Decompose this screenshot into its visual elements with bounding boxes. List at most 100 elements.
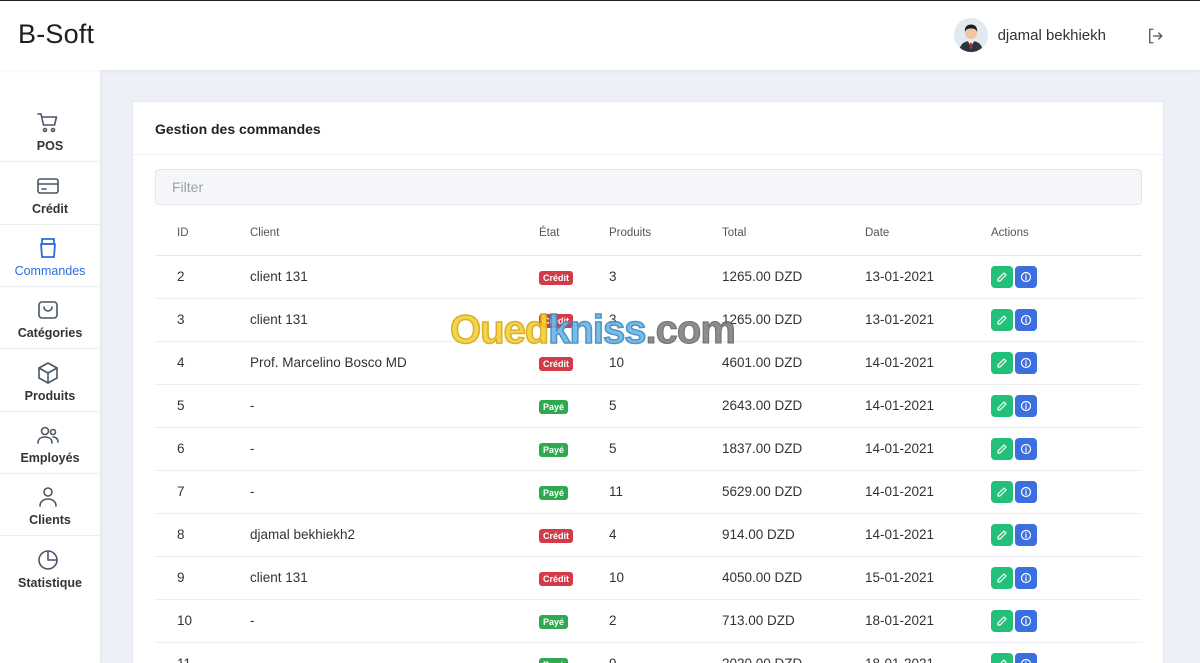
info-button[interactable]	[1015, 652, 1037, 663]
info-button[interactable]	[1015, 394, 1037, 417]
table-row[interactable]: 5- Payé 5 2643.00 DZD 14-01-2021	[155, 384, 1142, 428]
pie-chart-icon	[38, 550, 58, 570]
table-row[interactable]: 3 client 131 Crédit 3 1265.00 DZD 13-01-2021	[155, 298, 1142, 342]
sidebar-item-commandes[interactable]: Commandes	[0, 225, 100, 287]
edit-icon	[997, 271, 1007, 282]
edit-button[interactable]	[991, 566, 1013, 589]
sidebar-item-clients[interactable]: Clients	[0, 474, 100, 536]
edit-button[interactable]	[991, 480, 1013, 503]
column-header-date[interactable]: Date	[865, 212, 991, 256]
order-id: 7	[155, 470, 250, 514]
edit-icon	[997, 572, 1007, 583]
sidebar-item-categories[interactable]: Catégories	[0, 287, 100, 349]
sidebar-item-label: Clients	[29, 513, 71, 527]
edit-button[interactable]	[991, 652, 1013, 663]
box-icon	[38, 362, 58, 384]
table-row[interactable]: 6- Payé 5 1837.00 DZD 14-01-2021	[155, 427, 1142, 471]
order-date: 14-01-2021	[865, 427, 991, 471]
column-header-id[interactable]: ID	[155, 212, 250, 256]
edit-button[interactable]	[991, 308, 1013, 331]
info-button[interactable]	[1015, 566, 1037, 589]
edit-icon	[997, 486, 1007, 497]
column-header-total[interactable]: Total	[722, 212, 865, 256]
edit-button[interactable]	[991, 351, 1013, 374]
status-badge: Crédit	[539, 270, 574, 285]
user-avatar[interactable]	[953, 18, 988, 52]
edit-button[interactable]	[991, 523, 1013, 546]
brand-logo[interactable]: B-Soft	[18, 19, 94, 50]
column-header-produits[interactable]: Produits	[609, 212, 722, 256]
user-menu[interactable]: djamal bekhiekh	[953, 18, 1106, 52]
info-button[interactable]	[1015, 265, 1037, 288]
sidebar-item-credit[interactable]: Crédit	[0, 163, 100, 225]
top-bar: B-Soft djamal bekhiekh	[0, 0, 1200, 70]
info-button[interactable]	[1015, 351, 1037, 374]
info-icon	[1020, 486, 1032, 497]
sidebar-item-label: Employés	[20, 451, 80, 465]
sidebar-item-pos[interactable]: POS	[0, 100, 100, 162]
status-badge: Crédit	[539, 313, 574, 328]
cart-icon	[37, 113, 58, 133]
order-date: 13-01-2021	[865, 298, 991, 342]
order-client: djamal bekhiekh2	[250, 513, 539, 557]
order-products: 5	[609, 427, 722, 471]
column-header-actions: Actions	[991, 212, 1142, 256]
table-row[interactable]: 8 djamal bekhiekh2 Crédit 4 914.00 DZD 14-01-…	[155, 513, 1142, 557]
table-row[interactable]: 7- Payé 11 5629.00 DZD 14-01-2021	[155, 470, 1142, 514]
edit-icon	[997, 615, 1007, 626]
filter-input[interactable]	[155, 169, 1142, 205]
status-cell: Crédit	[539, 513, 609, 557]
logout-icon[interactable]	[1146, 27, 1164, 45]
info-icon	[1020, 400, 1032, 411]
table-row[interactable]: 10- Payé 2 713.00 DZD 18-01-2021	[155, 599, 1142, 643]
order-total: 1265.00 DZD	[722, 255, 865, 299]
info-button[interactable]	[1015, 308, 1037, 331]
order-client: -	[250, 599, 539, 643]
status-cell: Crédit	[539, 556, 609, 600]
edit-button[interactable]	[991, 437, 1013, 460]
sidebar-item-employes[interactable]: Employés	[0, 412, 100, 474]
user-icon	[39, 487, 57, 507]
order-client: -	[250, 384, 539, 428]
order-products: 10	[609, 341, 722, 385]
status-badge: Crédit	[539, 571, 574, 586]
column-header-etat[interactable]: État	[539, 212, 609, 256]
orders-table: ID Client État Produits Total Date Actio…	[155, 212, 1142, 663]
table-row[interactable]: 11-Payé 92020.00 DZD18-01-2021	[155, 642, 1142, 663]
bag-icon	[40, 238, 56, 258]
sidebar-item-label: Produits	[24, 389, 76, 403]
order-id: 3	[155, 298, 250, 342]
info-button[interactable]	[1015, 523, 1037, 546]
sidebar-item-label: Crédit	[31, 202, 69, 216]
actions-cell	[991, 341, 1142, 385]
orders-card: Gestion des commandes ID Client État Pro…	[132, 101, 1164, 663]
table-row[interactable]: 4 Prof. Marcelino Bosco MD Crédit 10 4601.00…	[155, 341, 1142, 385]
column-header-client[interactable]: Client	[250, 212, 539, 256]
sidebar-item-produits[interactable]: Produits	[0, 350, 100, 412]
info-button[interactable]	[1015, 437, 1037, 460]
sidebar: POS Crédit Commandes Catégories Produits…	[0, 70, 100, 663]
sidebar-item-statistique[interactable]: Statistique	[0, 537, 100, 599]
table-row[interactable]: 9 client 131 Crédit 10 4050.00 DZD 15-01-2021	[155, 556, 1142, 600]
info-button[interactable]	[1015, 609, 1037, 632]
order-date: 15-01-2021	[865, 556, 991, 600]
order-total: 2643.00 DZD	[722, 384, 865, 428]
order-total: 2020.00 DZD	[722, 642, 865, 663]
actions-cell	[991, 470, 1142, 514]
edit-button[interactable]	[991, 609, 1013, 632]
status-badge: Payé	[539, 442, 569, 457]
info-button[interactable]	[1015, 480, 1037, 503]
actions-cell	[991, 427, 1142, 471]
order-date: 18-01-2021	[865, 599, 991, 643]
order-products: 2	[609, 599, 722, 643]
order-client: -	[250, 470, 539, 514]
order-total: 914.00 DZD	[722, 513, 865, 557]
actions-cell	[991, 556, 1142, 600]
edit-button[interactable]	[991, 394, 1013, 417]
table-header-row: ID Client État Produits Total Date Actio…	[155, 212, 1142, 256]
table-row[interactable]: 2 client 131 Crédit 3 1265.00 DZD 13-01-2021	[155, 255, 1142, 299]
info-icon	[1020, 271, 1032, 282]
edit-button[interactable]	[991, 265, 1013, 288]
user-name[interactable]: djamal bekhiekh	[998, 27, 1106, 44]
table-body: 2 client 131 Crédit 3 1265.00 DZD 13-01-2021 3…	[155, 255, 1142, 663]
